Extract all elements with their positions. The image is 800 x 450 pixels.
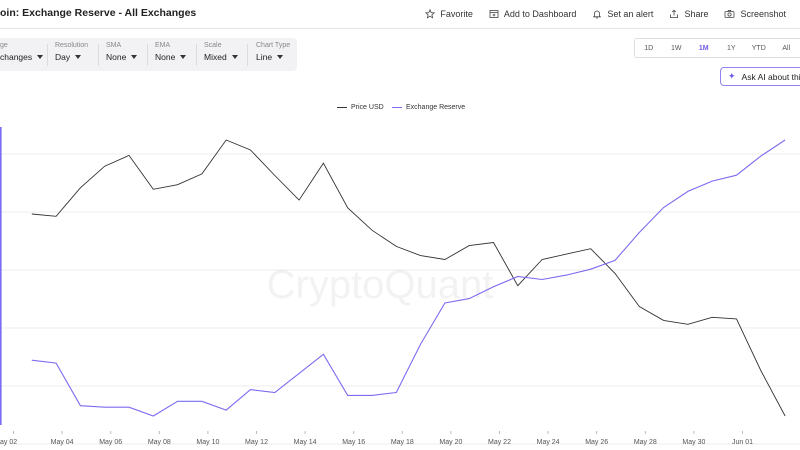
- chevron-down-icon: [277, 55, 284, 59]
- time-range-selector: 1D 1W 1M 1Y YTD All: [634, 38, 800, 58]
- chevron-down-icon: [131, 55, 138, 59]
- ema-label: EMA: [155, 42, 171, 49]
- bell-icon: [593, 10, 602, 19]
- resolution-value: Day: [55, 52, 71, 62]
- exchange-value: changes: [0, 52, 33, 62]
- legend-item-price[interactable]: Price USD: [337, 104, 384, 111]
- dashboard-add-icon: [489, 10, 499, 18]
- control-separator: [47, 44, 48, 66]
- share-button[interactable]: Share: [669, 9, 708, 19]
- x-tick-label: May 24: [537, 439, 560, 446]
- add-to-dashboard-button[interactable]: Add to Dashboard: [489, 9, 577, 19]
- range-1d[interactable]: 1D: [635, 39, 663, 57]
- header-divider: [0, 28, 800, 29]
- chart-type-value: Line: [256, 52, 273, 62]
- camera-icon: [725, 10, 735, 18]
- control-separator: [247, 44, 248, 66]
- x-tick-label: May 26: [585, 439, 608, 446]
- x-tick-label: Jun 01: [732, 439, 753, 446]
- range-1m[interactable]: 1M: [690, 39, 718, 57]
- page-title: oin: Exchange Reserve - All Exchanges: [0, 7, 197, 19]
- sma-value: None: [106, 52, 127, 62]
- chevron-down-icon: [231, 55, 238, 59]
- chevron-down-icon: [37, 55, 44, 59]
- share-label: Share: [684, 9, 709, 19]
- range-ytd[interactable]: YTD: [745, 39, 773, 57]
- share-icon: [670, 9, 679, 18]
- range-all[interactable]: All: [773, 39, 800, 57]
- legend-label-reserve: Exchange Reserve: [406, 104, 466, 111]
- chevron-down-icon: [180, 55, 187, 59]
- exchange-dropdown[interactable]: ge changes: [0, 42, 44, 62]
- legend-swatch: [392, 106, 402, 109]
- control-separator: [147, 44, 148, 66]
- x-tick-label: May 22: [488, 439, 511, 446]
- x-tick-label: May 12: [245, 439, 268, 446]
- legend-swatch: [337, 106, 347, 109]
- x-tick-label: May 08: [148, 439, 171, 446]
- ema-value: None: [155, 52, 176, 62]
- scale-value: Mixed: [204, 52, 227, 62]
- chart-type-label: Chart Type: [256, 42, 291, 49]
- x-tick-label: May 30: [682, 439, 705, 446]
- x-tick-label: May 10: [196, 439, 219, 446]
- favorite-button[interactable]: Favorite: [425, 9, 473, 19]
- ema-dropdown[interactable]: EMA None: [155, 42, 187, 62]
- sma-label: SMA: [106, 42, 122, 49]
- ask-ai-button[interactable]: ✦ Ask AI about this: [720, 67, 800, 86]
- chevron-down-icon: [75, 55, 82, 59]
- chart-type-dropdown[interactable]: Chart Type Line: [256, 42, 290, 62]
- chart-legend: Price USD Exchange Reserve: [0, 104, 800, 114]
- x-tick-label: May 06: [99, 439, 122, 446]
- star-icon: [425, 9, 436, 19]
- sma-dropdown[interactable]: SMA None: [106, 42, 138, 62]
- range-1w[interactable]: 1W: [663, 39, 691, 57]
- set-alert-label: Set an alert: [607, 9, 654, 19]
- control-separator: [98, 44, 99, 66]
- set-alert-button[interactable]: Set an alert: [592, 9, 653, 19]
- scale-label: Scale: [204, 42, 222, 49]
- line-chart: CryptoQuant ay 02 May 04 May 06 May 08 May 1…: [0, 127, 800, 446]
- x-tick-label: May 04: [51, 439, 74, 446]
- x-tick-label: May 20: [439, 439, 462, 446]
- add-to-dashboard-label: Add to Dashboard: [503, 9, 577, 19]
- chart-controls: ge changes Resolution Day SMA None EMA N…: [0, 38, 297, 71]
- range-1y[interactable]: 1Y: [718, 39, 746, 57]
- control-separator: [196, 44, 197, 66]
- x-tick-label: May 16: [342, 439, 365, 446]
- screenshot-label: Screenshot: [740, 9, 786, 19]
- sparkle-icon: ✦: [728, 71, 736, 81]
- header-actions: Favorite Add to Dashboard Set an alert S…: [425, 0, 800, 28]
- x-tick-label: May 28: [634, 439, 657, 446]
- legend-label-price: Price USD: [351, 104, 384, 111]
- favorite-label: Favorite: [440, 9, 473, 19]
- resolution-label: Resolution: [55, 42, 89, 49]
- top-bar: oin: Exchange Reserve - All Exchanges Fa…: [0, 0, 800, 28]
- x-tick-label: May 18: [391, 439, 414, 446]
- x-tick-label: ay 02: [0, 439, 17, 446]
- x-tick-label: May 14: [294, 439, 317, 446]
- scale-dropdown[interactable]: Scale Mixed: [204, 42, 238, 62]
- ask-ai-label: Ask AI about this: [741, 71, 800, 82]
- screenshot-button[interactable]: Screenshot: [724, 9, 786, 19]
- exchange-label: ge: [0, 42, 8, 49]
- legend-item-reserve[interactable]: Exchange Reserve: [392, 104, 465, 111]
- resolution-dropdown[interactable]: Resolution Day: [55, 42, 88, 62]
